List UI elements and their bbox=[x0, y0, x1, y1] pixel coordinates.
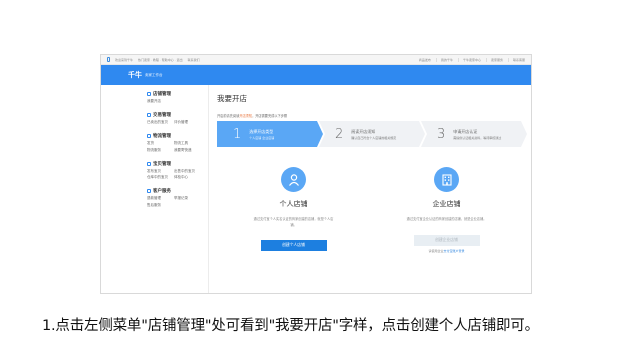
enterprise-login-note: 请使用企业支付宝账户登录 bbox=[428, 248, 465, 253]
topbar-link-welcome[interactable]: 欢迎来到千牛 bbox=[115, 58, 133, 62]
page-title: 我要开店 bbox=[217, 94, 247, 103]
sidebar-section-service: 客户服务 退款管理 举报记录 售后服务 bbox=[147, 188, 208, 208]
enterprise-shop-card: 企业店铺 通过支付宝企业认证的商家创建的店铺，就是企业店铺。 创建企业店铺 请使… bbox=[370, 167, 523, 253]
sidebar-head-goods[interactable]: 宝贝管理 bbox=[147, 161, 208, 167]
enterprise-shop-title: 企业店铺 bbox=[432, 200, 461, 208]
sidebar-section-shop: 店铺管理 我要开店 bbox=[147, 91, 208, 104]
truck-icon bbox=[147, 134, 151, 138]
topbar-link-help[interactable]: 热门卖家 · 教程 · 帮助中心 · 退出 bbox=[138, 58, 183, 62]
sidebar-section-logistics: 物流管理 发货 物流工具 物流服务 我要寄快递 bbox=[147, 133, 208, 153]
notice-link[interactable]: 开店须知 bbox=[239, 114, 252, 118]
create-enterprise-shop-button[interactable]: 创建企业店铺 bbox=[413, 234, 480, 246]
sidebar-head-logistics[interactable]: 物流管理 bbox=[147, 133, 208, 139]
step-2: 2 阅读开店须知 确认自己符合个人店铺的相关规定 bbox=[319, 121, 425, 147]
sidebar-head-trade[interactable]: 交易管理 bbox=[147, 112, 208, 118]
brand-subtitle: 卖家工作台 bbox=[145, 72, 163, 77]
trade-icon bbox=[147, 113, 151, 117]
mobile-icon bbox=[107, 57, 110, 62]
sidebar-item-warehouse[interactable]: 仓库中的宝贝 bbox=[147, 175, 174, 180]
step-1: 1 选择开店类型 个人店铺 企业店铺 bbox=[217, 121, 323, 147]
screenshot-frame: 欢迎来到千牛 热门卖家 · 教程 · 帮助中心 · 退出 联系我们 商品发布 我… bbox=[100, 54, 532, 294]
sidebar-item-on-sale[interactable]: 出售中的宝贝 bbox=[174, 169, 201, 174]
main-panel: 我要开店 开店前请先阅读开店须知，开店需要完成以下步骤 1 选择开店类型 个人店铺… bbox=[209, 85, 531, 293]
shop-icon bbox=[147, 92, 151, 96]
sidebar-section-goods: 宝贝管理 发布宝贝 出售中的宝贝 仓库中的宝贝 体检中心 bbox=[147, 161, 208, 181]
sidebar-item-logistics-service[interactable]: 物流服务 bbox=[147, 148, 174, 153]
create-personal-shop-button[interactable]: 创建个人店铺 bbox=[260, 240, 327, 251]
goods-icon bbox=[147, 161, 151, 166]
person-icon bbox=[281, 167, 306, 192]
building-icon bbox=[434, 167, 459, 192]
sidebar-item-sold[interactable]: 已卖出的宝贝 bbox=[147, 120, 174, 125]
top-utility-bar: 欢迎来到千牛 热门卖家 · 教程 · 帮助中心 · 退出 联系我们 商品发布 我… bbox=[101, 55, 531, 65]
sidebar-item-ship[interactable]: 发货 bbox=[147, 141, 174, 146]
sidebar-item-reports[interactable]: 举报记录 bbox=[174, 196, 201, 201]
personal-shop-card: 个人店铺 通过支付宝个人实名认证的商家创建的店铺，就是个人店铺。 创建个人店铺 bbox=[217, 167, 370, 253]
topbar-link-mine[interactable]: 我的千牛 bbox=[435, 57, 453, 62]
sidebar-item-send-express[interactable]: 我要寄快递 bbox=[174, 148, 201, 153]
sidebar-item-checkup[interactable]: 体检中心 bbox=[174, 175, 201, 180]
brand-header: 千牛 卖家工作台 bbox=[101, 65, 531, 85]
step-progress: 1 选择开店类型 个人店铺 企业店铺 2 阅读开店须知 确认自己符合个人店铺的相关规… bbox=[217, 121, 523, 147]
instruction-caption: 1.点击左侧菜单"店铺管理"处可看到"我要开店"字样，点击创建个人店铺即可。 bbox=[42, 318, 539, 334]
topbar-link-services[interactable]: 卖家服务 bbox=[485, 57, 503, 62]
sidebar-item-aftersale[interactable]: 售后服务 bbox=[147, 203, 174, 208]
brand-logo[interactable]: 千牛 bbox=[128, 70, 142, 80]
enterprise-shop-desc: 通过支付宝企业认证的商家创建的店铺，就是企业店铺。 bbox=[406, 217, 487, 221]
sidebar-head-shop[interactable]: 店铺管理 bbox=[147, 91, 208, 97]
sidebar-head-service[interactable]: 客户服务 bbox=[147, 188, 208, 194]
enterprise-login-link[interactable]: 支付宝账户登录 bbox=[444, 249, 465, 253]
sidebar-item-refund[interactable]: 退款管理 bbox=[147, 196, 174, 201]
open-shop-notice: 开店前请先阅读开店须知，开店需要完成以下步骤 bbox=[217, 114, 288, 118]
sidebar-item-publish[interactable]: 发布宝贝 bbox=[147, 169, 174, 174]
service-icon bbox=[147, 189, 151, 193]
sidebar-item-reviews[interactable]: 评价管理 bbox=[174, 120, 201, 125]
topbar-link-support[interactable]: 联系客服 bbox=[507, 57, 525, 62]
sidebar: 店铺管理 我要开店 交易管理 已卖出的宝贝 评价管理 物流管理 发货 物流工具 … bbox=[101, 85, 209, 293]
topbar-link-publish[interactable]: 商品发布 bbox=[419, 58, 431, 62]
sidebar-item-logistics-tools[interactable]: 物流工具 bbox=[174, 141, 201, 146]
topbar-link-seller-center[interactable]: 千牛卖家中心 bbox=[457, 57, 481, 62]
step-3: 3 申请开店认证 需提供认证相关资料，等待审核通过 bbox=[421, 121, 527, 147]
topbar-link-contact[interactable]: 联系我们 bbox=[188, 58, 200, 62]
sidebar-section-trade: 交易管理 已卖出的宝贝 评价管理 bbox=[147, 112, 208, 125]
personal-shop-desc: 通过支付宝个人实名认证的商家创建的店铺，就是个人店铺。 bbox=[253, 217, 334, 227]
personal-shop-title: 个人店铺 bbox=[279, 200, 308, 208]
sidebar-item-open-shop[interactable]: 我要开店 bbox=[147, 99, 174, 104]
